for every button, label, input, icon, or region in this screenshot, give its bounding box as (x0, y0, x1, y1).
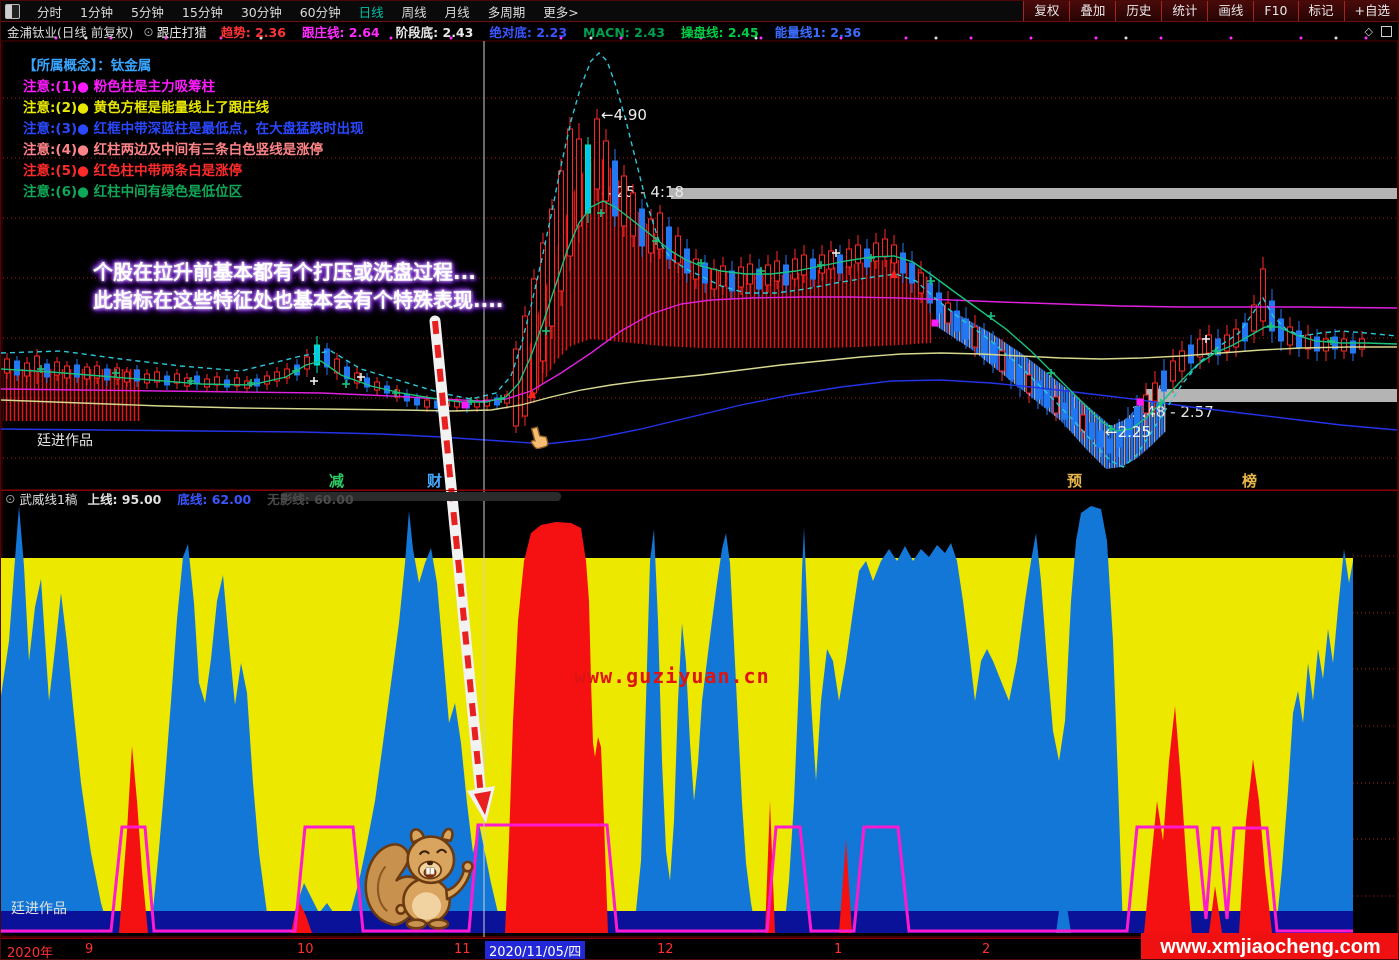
menu-item-9[interactable]: 多周期 (479, 5, 535, 20)
svg-text:←4.90: ←4.90 (601, 106, 647, 124)
note-line-5: 注意:(5)● 红色柱中带两条白是涨停 (23, 161, 364, 182)
metric-0: 趋势: 2.36 (221, 25, 286, 40)
metric-4: MACN: 2.43 (583, 25, 665, 40)
metric-3: 绝对底: 2.23 (489, 25, 567, 40)
toolbar-button-2[interactable]: 历史 (1115, 1, 1161, 21)
sub-param-upper: 上线: 95.00 (87, 489, 161, 508)
axis-tick-5: 1 (834, 942, 842, 957)
titlebar-icons: ◇ (1365, 22, 1392, 41)
axis-tick-1: 9 (85, 942, 93, 957)
callout-line-1: 个股在拉升前基本都有个打压或洗盘过程... (93, 258, 503, 286)
site-watermark: www.guziyuan.cn (574, 664, 770, 688)
chart-glyph-3: 榜 (1242, 472, 1257, 490)
metric-6: 能量线1: 2.36 (775, 25, 861, 40)
axis-tick-2: 10 (297, 942, 314, 957)
squirrel-mascot (358, 807, 478, 939)
menu-item-5[interactable]: 60分钟 (291, 5, 350, 20)
toolbar-button-1[interactable]: 叠加 (1069, 1, 1115, 21)
maximize-icon[interactable] (1381, 26, 1392, 37)
note-line-6: 注意:(6)● 红柱中间有绿色是低位区 (23, 182, 364, 203)
axis-tick-6: 2 (982, 942, 990, 957)
chart-glyph-0: 减 (329, 472, 344, 490)
chart-glyph-1: 财 (427, 472, 442, 490)
sub-indicator-name: 武威线1稿 (19, 489, 77, 508)
sub-param-lower: 底线: 62.00 (177, 489, 251, 508)
menu-item-7[interactable]: 周线 (393, 5, 436, 20)
metric-2: 阶段底: 2.43 (396, 25, 474, 40)
chart-title-bar: 金浦钛业(日线 前复权) ⊙ 跟庄打猎 趋势: 2.36 跟庄线: 2.64 阶段底… (1, 22, 1399, 41)
diamond-icon[interactable]: ◇ (1365, 25, 1373, 38)
toolbar-button-5[interactable]: F10 (1253, 1, 1297, 21)
toolbar-button-4[interactable]: 画线 (1207, 1, 1253, 21)
ad-banner: www.xmjiaocheng.com (1141, 933, 1399, 960)
toolbar-button-3[interactable]: 统计 (1161, 1, 1207, 21)
menu-item-2[interactable]: 5分钟 (122, 5, 173, 20)
notes-header: 【所属概念】：钛金属 (23, 56, 364, 77)
metric-1: 跟庄线: 2.64 (302, 25, 380, 40)
axis-tick-4: 12 (657, 942, 674, 957)
annotation-callout: 个股在拉升前基本都有个打压或洗盘过程... 此指标在这些特征处也基本会有个特殊表… (93, 258, 503, 314)
collapse-circle-icon[interactable]: ⊙ (143, 24, 153, 39)
toolbar-button-7[interactable]: +自选 (1344, 1, 1399, 21)
chart-glyph-2: 预 (1067, 472, 1082, 490)
collapse-circle-icon[interactable]: ⊙ (5, 491, 15, 506)
indicator-name: 跟庄打猎 (157, 22, 207, 41)
sub-param-shadow: 无影线: 60.00 (267, 489, 353, 508)
axis-highlight-date: 2020/11/05/四 (485, 941, 585, 960)
note-line-4: 注意:(4)● 红柱两边及中间有三条白色竖线是涨停 (23, 140, 364, 161)
sub-indicator-bar: ⊙ 武威线1稿 上线: 95.00 底线: 62.00 无影线: 60.00 (1, 490, 1399, 505)
toolbar-right: 复权叠加历史统计画线F10标记+自选 (1023, 1, 1399, 21)
menu-item-8[interactable]: 月线 (436, 5, 479, 20)
menu-item-1[interactable]: 1分钟 (71, 5, 122, 20)
metric-5: 操盘线: 2.45 (681, 25, 759, 40)
top-menu-bar: 分时1分钟5分钟15分钟30分钟60分钟日线周线月线多周期更多> 复权叠加历史统… (1, 1, 1399, 22)
author-watermark-sub: 廷进作品 (11, 898, 67, 918)
menu-item-6[interactable]: 日线 (350, 5, 393, 20)
svg-text:←2.25: ←2.25 (1105, 423, 1151, 441)
indicator-metrics: 趋势: 2.36 跟庄线: 2.64 阶段底: 2.43 绝对底: 2.23 MACN:… (221, 22, 877, 41)
symbol-name: 金浦钛业(日线 前复权) (7, 22, 133, 41)
menu-item-3[interactable]: 15分钟 (173, 5, 232, 20)
callout-line-2: 此指标在这些特征处也基本会有个特殊表现.... (93, 286, 503, 314)
concept-notes: 【所属概念】：钛金属注意:(1)● 粉色柱是主力吸筹柱注意:(2)● 黄色方框是… (23, 56, 364, 203)
menu-item-0[interactable]: 分时 (28, 5, 71, 20)
note-line-2: 注意:(2)● 黄色方框是能量线上了跟庄线 (23, 98, 364, 119)
trading-app-window: 4.25 - 4:182.48 - 2.57←4.90←2.25减财预榜 分时1… (0, 0, 1399, 960)
toolbar-button-6[interactable]: 标记 (1298, 1, 1344, 21)
note-line-3: 注意:(3)● 红框中带深蓝柱是最低点，在大盘猛跌时出现 (23, 119, 364, 140)
menu-item-4[interactable]: 30分钟 (232, 5, 291, 20)
period-menu: 分时1分钟5分钟15分钟30分钟60分钟日线周线月线多周期更多> (28, 2, 588, 21)
toolbar-button-0[interactable]: 复权 (1023, 1, 1069, 21)
note-line-1: 注意:(1)● 粉色柱是主力吸筹柱 (23, 77, 364, 98)
menu-item-10[interactable]: 更多> (534, 5, 587, 20)
axis-tick-3: 11 (454, 942, 471, 957)
app-logo-icon[interactable] (5, 4, 20, 19)
author-watermark-main: 廷进作品 (37, 430, 93, 450)
hand-cursor-icon (528, 425, 550, 449)
axis-tick-0: 2020年 (7, 942, 53, 960)
